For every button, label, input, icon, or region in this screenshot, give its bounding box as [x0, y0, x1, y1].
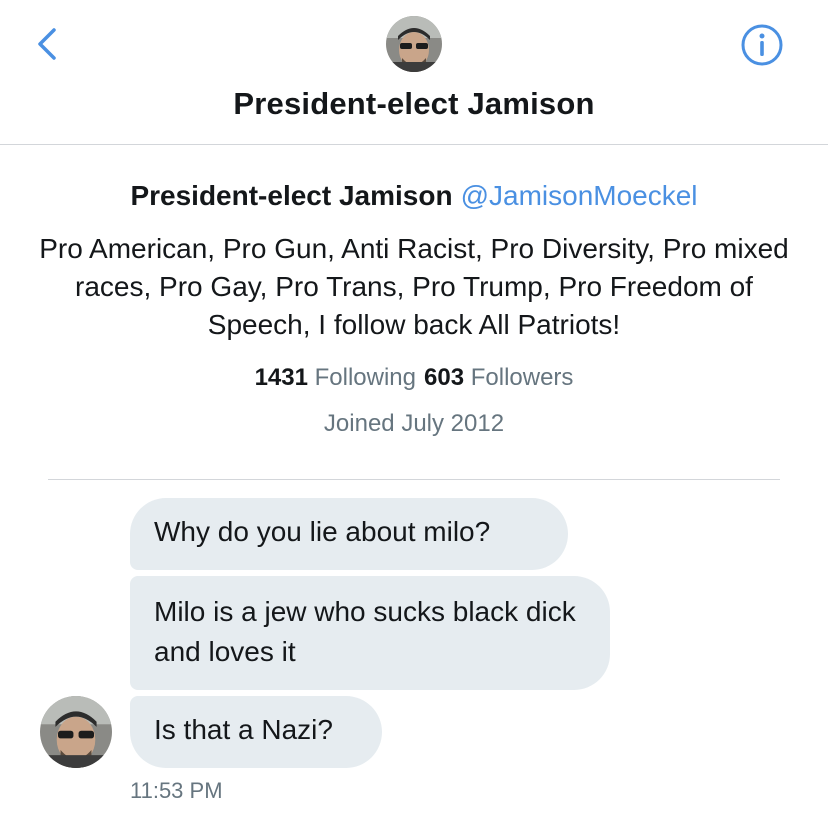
chevron-left-icon: [38, 28, 56, 60]
conversation-header: President-elect Jamison: [0, 0, 828, 145]
following-count: 1431: [254, 364, 308, 391]
info-icon: [741, 24, 783, 66]
profile-stats: 1431 Following 603 Followers: [0, 356, 828, 400]
following-label: Following: [314, 364, 417, 391]
profile-handle[interactable]: @JamisonMoeckel: [461, 180, 698, 211]
message-bubble[interactable]: Is that a Nazi?: [130, 696, 382, 768]
divider: [48, 479, 780, 480]
message-timestamp: 11:53 PM: [130, 778, 223, 803]
message-bubble[interactable]: Milo is a jew who sucks black dick and l…: [130, 576, 610, 690]
info-button[interactable]: [740, 23, 784, 67]
message-bubble[interactable]: Why do you lie about milo?: [130, 498, 568, 570]
profile-name-line: President-elect Jamison @JamisonMoeckel: [0, 170, 828, 222]
back-button[interactable]: [28, 24, 68, 64]
profile-name[interactable]: President-elect Jamison: [130, 180, 452, 211]
page-title: President-elect Jamison: [233, 86, 595, 121]
profile-bio: Pro American, Pro Gun, Anti Racist, Pro …: [39, 233, 789, 340]
header-avatar[interactable]: [386, 16, 442, 72]
avatar-photo: [40, 696, 112, 768]
followers-label: Followers: [470, 364, 574, 391]
followers-link[interactable]: 603 Followers: [424, 364, 573, 391]
sender-avatar[interactable]: [40, 696, 112, 768]
profile-summary: President-elect Jamison @JamisonMoeckel P…: [0, 170, 828, 444]
joined-date: Joined July 2012: [323, 410, 505, 437]
followers-count: 603: [424, 364, 465, 391]
avatar-photo: [386, 16, 442, 72]
following-link[interactable]: 1431 Following: [255, 364, 416, 391]
